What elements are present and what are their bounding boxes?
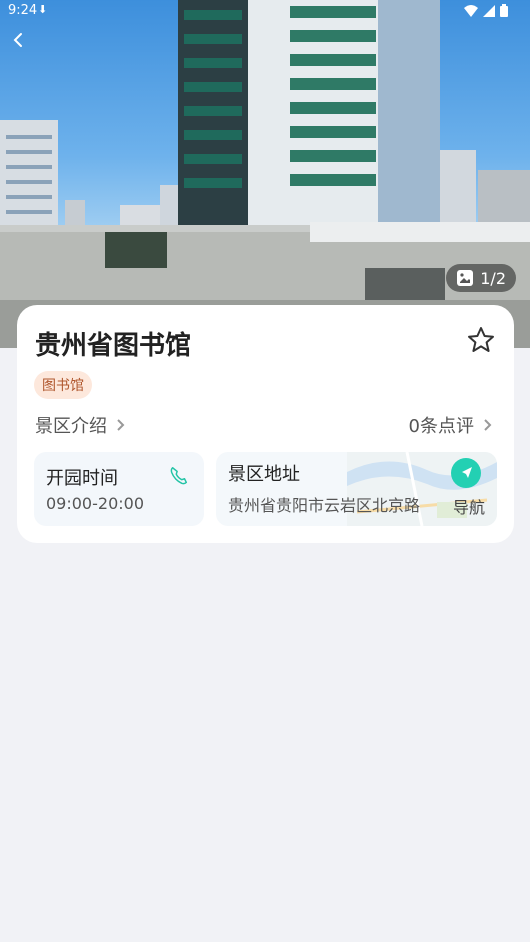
download-icon: ⬇ (38, 3, 48, 16)
address-value: 贵州省贵阳市云岩区北京路 (228, 496, 421, 515)
category-tag: 图书馆 (34, 371, 92, 399)
photo-gallery[interactable]: 9:24 ⬇ 1/2 (0, 0, 530, 348)
navigation-label[interactable]: 导航 (453, 494, 485, 518)
building-photo (0, 0, 530, 348)
gallery-counter[interactable]: 1/2 (446, 264, 516, 292)
back-icon[interactable] (8, 28, 30, 52)
reviews-label: 0条点评 (408, 416, 474, 437)
reviews-link[interactable]: 0条点评 (409, 412, 492, 438)
signal-icon (483, 4, 495, 17)
wifi-icon (464, 4, 478, 17)
navigation-button[interactable] (451, 458, 481, 488)
gallery-counter-label: 1/2 (480, 268, 506, 288)
favorite-star-icon[interactable] (466, 325, 496, 355)
opening-hours-box[interactable]: 开园时间 09:00-20:00 (34, 452, 204, 526)
status-time: 9:24 (8, 3, 38, 18)
scenic-intro-label: 景区介绍 (35, 416, 107, 437)
scenic-intro-link[interactable]: 景区介绍 (35, 412, 125, 438)
chevron-right-icon (484, 419, 492, 431)
status-bar: 9:24 ⬇ (0, 0, 530, 22)
venue-title: 贵州省图书馆 (35, 331, 192, 361)
album-icon (457, 270, 474, 286)
opening-hours-label: 开园时间 (46, 468, 118, 489)
phone-icon[interactable] (168, 465, 190, 487)
opening-hours-value: 09:00-20:00 (46, 494, 144, 513)
navigation-arrow-icon (462, 467, 472, 478)
battery-icon (500, 4, 508, 17)
address-label: 景区地址 (228, 464, 300, 485)
chevron-right-icon (117, 419, 125, 431)
address-box[interactable]: 景区地址 贵州省贵阳市云岩区北京路 导航 (216, 452, 497, 526)
venue-card: 贵州省图书馆 图书馆 景区介绍 0条点评 开园时间 09:00-20:00 景区… (17, 305, 514, 543)
